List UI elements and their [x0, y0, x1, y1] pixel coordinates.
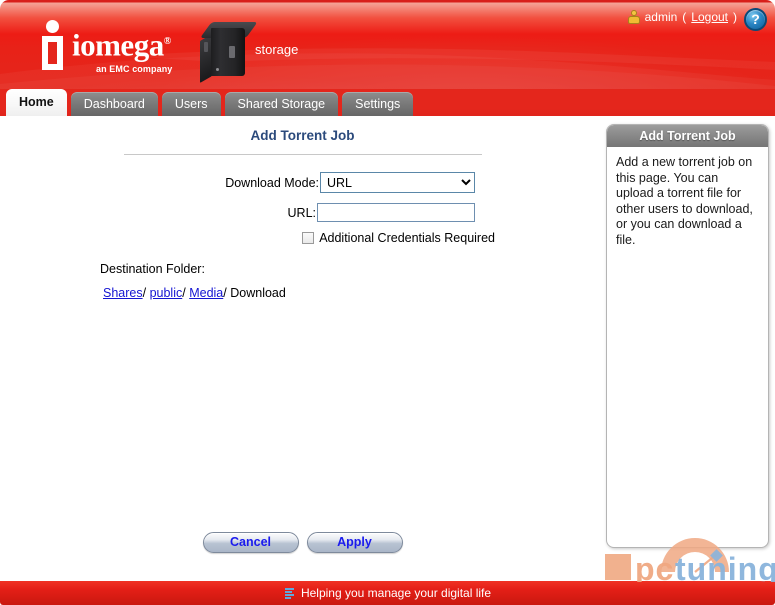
breadcrumb-sep-2: / [182, 286, 186, 300]
breadcrumb-sep-3: / [223, 286, 227, 300]
iomega-wordmark-text: iomega [72, 27, 164, 63]
url-label: URL: [287, 205, 316, 220]
tab-shared-storage[interactable]: Shared Storage [224, 92, 339, 116]
destination-folder-label: Destination Folder: [100, 262, 205, 276]
additional-credentials-row: Additional Credentials Required [0, 231, 495, 245]
url-row: URL: [0, 203, 475, 222]
tab-settings[interactable]: Settings [342, 92, 414, 116]
help-sidebar-title: Add Torrent Job [607, 125, 768, 147]
iomega-storage-page: iomega® an EMC company storage admin ( Lo… [0, 0, 775, 605]
cancel-button[interactable]: Cancel [202, 532, 299, 553]
logout-paren-open: ( [682, 10, 687, 24]
title-divider [124, 154, 482, 155]
add-torrent-job-form: Add Torrent Job Download Mode: URL URL: … [0, 116, 600, 581]
iomega-i-mark-icon [40, 20, 66, 70]
user-icon [627, 10, 640, 24]
iomega-wordmark: iomega® [72, 26, 171, 61]
breadcrumb-shares[interactable]: Shares [103, 286, 143, 300]
download-mode-row: Download Mode: URL [0, 172, 475, 193]
download-mode-label: Download Mode: [225, 175, 319, 190]
url-input[interactable] [317, 203, 475, 222]
iomega-registered-mark: ® [163, 36, 171, 47]
page-content: Add Torrent Job Download Mode: URL URL: … [0, 116, 775, 581]
help-sidebar-panel: Add Torrent Job Add a new torrent job on… [606, 124, 769, 548]
logout-paren-close: ) [733, 10, 737, 24]
additional-credentials-label: Additional Credentials Required [319, 231, 495, 245]
download-mode-select[interactable]: URL [320, 172, 475, 193]
form-button-bar: Cancel Apply [0, 532, 605, 553]
emc-stripes-icon [284, 587, 295, 599]
destination-folder-breadcrumb: Shares/ public/ Media/ Download [103, 286, 286, 300]
user-session-area: admin ( Logout) [627, 10, 737, 24]
apply-button[interactable]: Apply [306, 532, 403, 553]
main-navigation-tabs: Home Dashboard Users Shared Storage Sett… [0, 89, 775, 116]
user-name-label: admin [644, 10, 678, 24]
help-sidebar-body: Add a new torrent job on this page. You … [616, 155, 753, 247]
page-header: iomega® an EMC company storage admin ( Lo… [0, 0, 775, 92]
tab-dashboard[interactable]: Dashboard [70, 92, 158, 116]
device-name-label: storage [255, 42, 299, 57]
page-footer: Helping you manage your digital life [0, 581, 775, 605]
footer-tagline: Helping you manage your digital life [300, 586, 492, 600]
logout-link[interactable]: Logout [691, 10, 728, 24]
page-title: Add Torrent Job [250, 128, 355, 143]
breadcrumb-media[interactable]: Media [189, 286, 223, 300]
additional-credentials-checkbox[interactable] [302, 232, 315, 244]
iomega-tagline: an EMC company [96, 64, 173, 74]
tab-users[interactable]: Users [161, 92, 221, 116]
breadcrumb-public[interactable]: public [150, 286, 183, 300]
tab-home[interactable]: Home [6, 89, 67, 116]
help-icon[interactable]: ? [744, 8, 767, 31]
iomega-logo: iomega® an EMC company [40, 16, 172, 82]
nas-device-image [200, 20, 258, 83]
breadcrumb-download: Download [230, 286, 286, 300]
breadcrumb-sep-1: / [142, 286, 147, 300]
